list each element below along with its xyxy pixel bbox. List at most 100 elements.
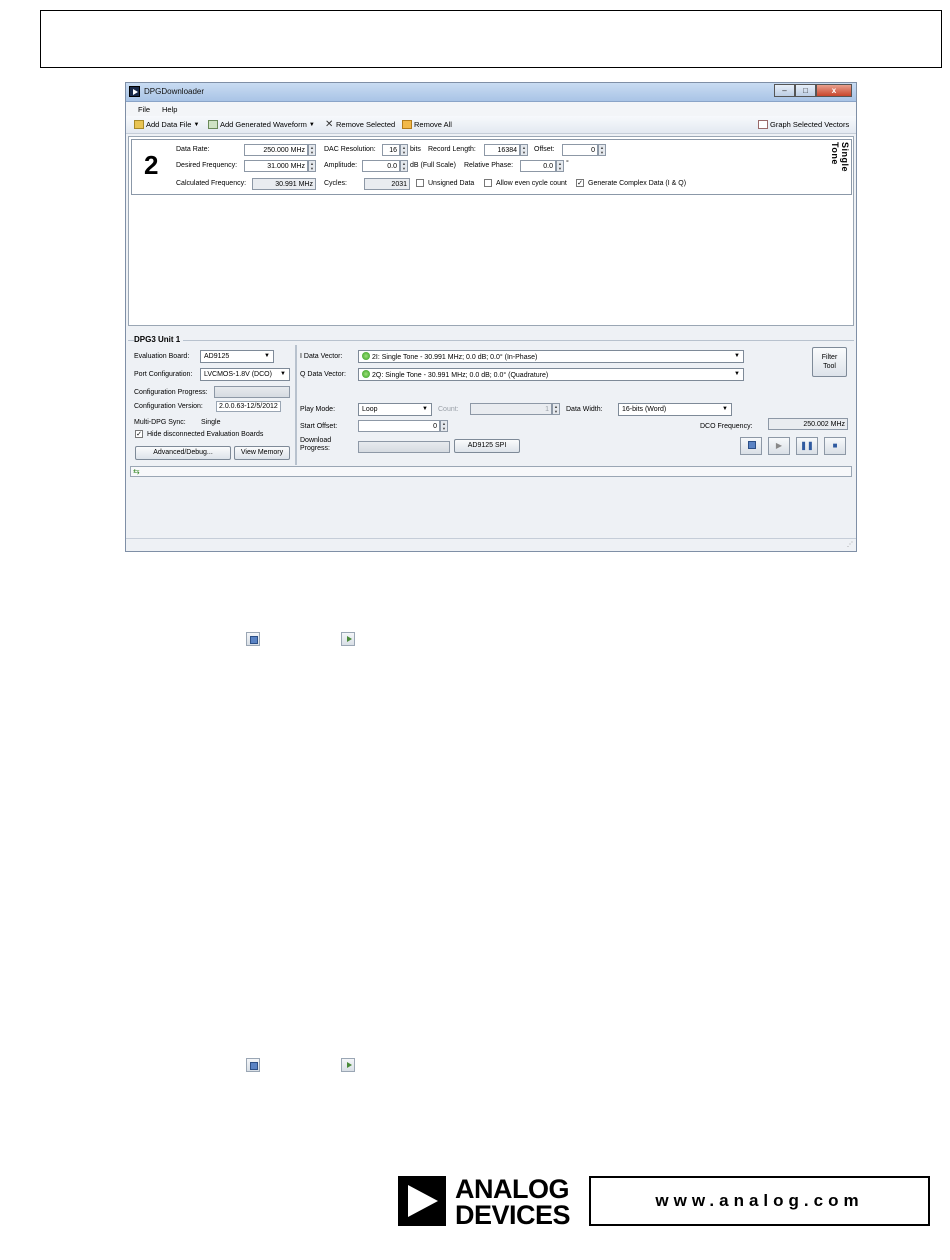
download-progress-label-1: Download: [300, 437, 332, 444]
hide-disconnected-label: Hide disconnected Evaluation Boards: [147, 431, 264, 438]
data-width-dropdown[interactable]: 16-bits (Word) ▼: [618, 403, 732, 416]
waveform-number: 2: [144, 150, 159, 180]
start-offset-label: Start Offset:: [300, 423, 338, 430]
multi-dpg-sync-value: Single: [201, 419, 221, 426]
waveform-icon: [208, 120, 218, 129]
count-spinner[interactable]: ▲ ▼: [552, 403, 560, 415]
filter-tool-button[interactable]: Filter Tool: [812, 347, 847, 377]
port-configuration-dropdown[interactable]: LVCMOS-1.8V (DCO) ▼: [200, 368, 290, 381]
menu-help[interactable]: Help: [162, 105, 177, 114]
record-length-input[interactable]: 16384: [484, 144, 520, 156]
stop-icon: ■: [832, 441, 838, 450]
amplitude-spinner[interactable]: ▲ ▼: [400, 160, 408, 172]
dac-resolution-spinner[interactable]: ▲ ▼: [400, 144, 408, 156]
play-button[interactable]: ▶: [768, 437, 790, 455]
graph-icon: [758, 120, 768, 129]
chevron-down-icon[interactable]: ▼: [193, 122, 199, 128]
download-icon: [246, 632, 260, 646]
amplitude-input[interactable]: 0.0: [362, 160, 400, 172]
record-length-spinner[interactable]: ▲ ▼: [520, 144, 528, 156]
relative-phase-label: Relative Phase:: [464, 162, 514, 169]
add-generated-waveform-button[interactable]: Add Generated Waveform ▼: [208, 120, 315, 129]
panel-divider: [295, 345, 297, 465]
relative-phase-spinner[interactable]: ▲ ▼: [556, 160, 564, 172]
toolbar: Add Data File ▼ Add Generated Waveform ▼…: [126, 116, 856, 134]
start-offset-spinner[interactable]: ▲ ▼: [440, 420, 448, 432]
ad9125-spi-button[interactable]: AD9125 SPI: [454, 439, 520, 453]
allow-even-cycle-checkbox[interactable]: [484, 179, 492, 187]
chevron-down-icon: ▼: [422, 406, 428, 412]
offset-label: Offset:: [534, 146, 555, 153]
configuration-version-label: Configuration Version:: [134, 403, 203, 410]
waveform-list[interactable]: 2 Data Rate: 250.000 MHz ▲ ▼ Desired Freq…: [128, 136, 854, 326]
desired-frequency-spinner[interactable]: ▲ ▼: [308, 160, 316, 172]
filter-tool-label-2: Tool: [823, 363, 836, 370]
remove-all-button[interactable]: Remove All: [402, 120, 452, 129]
evaluation-board-label: Evaluation Board:: [134, 353, 190, 360]
download-progress-label-2: Progress:: [300, 445, 330, 452]
amplitude-label: Amplitude:: [324, 162, 358, 169]
count-input[interactable]: 1: [470, 403, 552, 415]
offset-spinner[interactable]: ▲ ▼: [598, 144, 606, 156]
evaluation-board-value: AD9125: [204, 353, 230, 360]
remove-selected-button[interactable]: ✕ Remove Selected: [325, 120, 395, 130]
filter-tool-label-1: Filter: [821, 354, 838, 361]
unsigned-data-checkbox[interactable]: [416, 179, 424, 187]
generate-complex-checkbox[interactable]: ✓: [576, 179, 584, 187]
logo-line-2: DEVICES: [455, 1200, 571, 1230]
website-url: www.analog.com: [589, 1176, 930, 1226]
resize-grip-icon[interactable]: ⋰: [847, 541, 853, 548]
i-data-vector-dropdown[interactable]: 2I: Single Tone - 30.991 MHz; 0.0 dB; 0.…: [358, 350, 744, 363]
cycles-value: 2031: [364, 178, 410, 190]
data-width-label: Data Width:: [566, 406, 603, 413]
port-configuration-label: Port Configuration:: [134, 371, 193, 378]
play-icon: [341, 1058, 355, 1072]
menu-file[interactable]: File: [138, 105, 150, 114]
relative-phase-unit: °: [566, 160, 569, 167]
graph-selected-vectors-button[interactable]: Graph Selected Vectors: [758, 120, 849, 129]
evaluation-board-dropdown[interactable]: AD9125 ▼: [200, 350, 274, 363]
pause-button[interactable]: ❚❚: [796, 437, 818, 455]
dco-frequency-label: DCO Frequency:: [700, 423, 753, 430]
cycles-label: Cycles:: [324, 180, 347, 187]
advanced-debug-button[interactable]: Advanced/Debug...: [135, 446, 231, 460]
unsigned-data-label: Unsigned Data: [428, 180, 475, 187]
play-icon: [341, 632, 355, 646]
status-strip: ⇆: [130, 466, 852, 477]
relative-phase-input[interactable]: 0.0: [520, 160, 556, 172]
view-memory-button[interactable]: View Memory: [234, 446, 290, 460]
hide-disconnected-checkbox[interactable]: ✓: [135, 430, 143, 438]
q-data-vector-value: 2Q: Single Tone - 30.991 MHz; 0.0 dB; 0.…: [372, 372, 549, 379]
download-button[interactable]: [740, 437, 762, 455]
waveform-item[interactable]: 2 Data Rate: 250.000 MHz ▲ ▼ Desired Freq…: [131, 139, 852, 195]
play-mode-dropdown[interactable]: Loop ▼: [358, 403, 432, 416]
remove-all-icon: [402, 120, 412, 129]
dac-resolution-input[interactable]: 16: [382, 144, 400, 156]
data-rate-spinner[interactable]: ▲ ▼: [308, 144, 316, 156]
dpg3-unit-panel: DPG3 Unit 1 Evaluation Board: AD9125 ▼ P…: [126, 329, 856, 551]
i-data-vector-value: 2I: Single Tone - 30.991 MHz; 0.0 dB; 0.…: [372, 354, 538, 361]
close-button[interactable]: x: [816, 84, 852, 97]
chevron-down-icon: ▼: [734, 371, 740, 377]
maximize-button[interactable]: □: [795, 84, 816, 97]
desired-frequency-input[interactable]: 31.000 MHz: [244, 160, 308, 172]
configuration-progress-bar: [214, 386, 290, 398]
data-rate-input[interactable]: 250.000 MHz: [244, 144, 308, 156]
download-icon: [745, 438, 757, 450]
start-offset-input[interactable]: 0: [358, 420, 440, 432]
status-ok-icon: [362, 370, 370, 378]
title-bar[interactable]: DPGDownloader – □ x: [126, 83, 856, 102]
port-configuration-value: LVCMOS-1.8V (DCO): [204, 371, 272, 378]
unit-title: DPG3 Unit 1: [134, 335, 184, 344]
chevron-down-icon[interactable]: ▼: [309, 122, 315, 128]
offset-input[interactable]: 0: [562, 144, 598, 156]
dpg-downloader-window: DPGDownloader – □ x File Help Add Data F…: [125, 82, 857, 552]
window-status-bar: ⋰: [126, 538, 856, 551]
add-data-file-button[interactable]: Add Data File ▼: [134, 120, 199, 129]
minimize-button[interactable]: –: [774, 84, 795, 97]
add-data-file-label: Add Data File: [146, 120, 192, 129]
q-data-vector-dropdown[interactable]: 2Q: Single Tone - 30.991 MHz; 0.0 dB; 0.…: [358, 368, 744, 381]
stop-button[interactable]: ■: [824, 437, 846, 455]
dac-resolution-unit: bits: [410, 146, 421, 153]
logo-line-1: ANALOG: [455, 1174, 570, 1204]
